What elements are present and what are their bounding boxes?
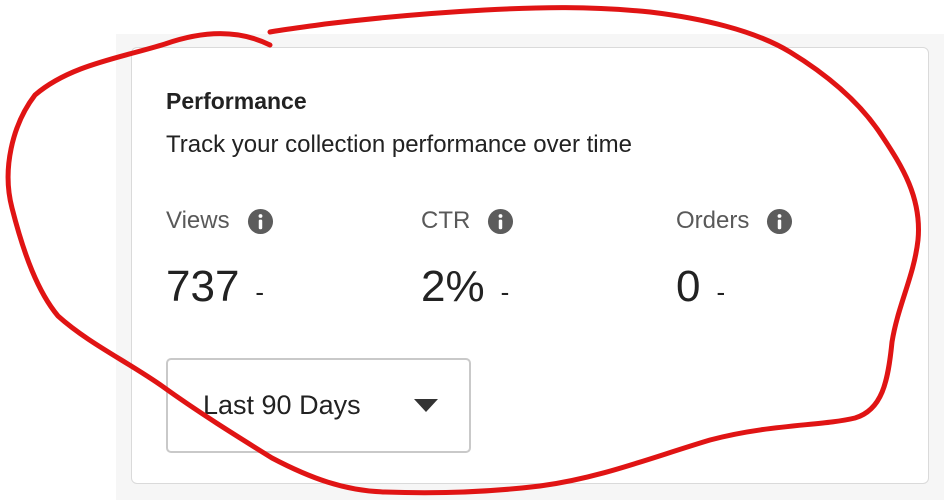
metric-value-orders: 0 <box>676 262 701 311</box>
metric-value-ctr: 2% <box>421 262 485 311</box>
metric-views: Views 737 - <box>166 206 274 312</box>
metric-label-views: Views <box>166 207 230 234</box>
card-title: Performance <box>166 88 307 114</box>
caret-down-icon <box>414 399 438 412</box>
metric-trend-views: - <box>255 277 265 307</box>
metric-value-row: 2% - <box>421 262 514 312</box>
metric-label-ctr: CTR <box>421 207 471 234</box>
metric-label-orders: Orders <box>676 207 750 234</box>
metric-value-row: 0 - <box>676 262 793 312</box>
metric-label-row: CTR <box>421 206 514 236</box>
metric-trend-orders: - <box>716 277 726 307</box>
metric-label-row: Views <box>166 206 274 236</box>
date-range-value: Last 90 Days <box>203 390 361 420</box>
metric-value-views: 737 <box>166 262 240 311</box>
metric-label-row: Orders <box>676 206 793 236</box>
metric-orders: Orders 0 - <box>676 206 793 312</box>
info-icon[interactable] <box>766 208 793 235</box>
metric-trend-ctr: - <box>500 277 510 307</box>
screenshot: Performance Track your collection perfor… <box>0 0 944 500</box>
date-range-select[interactable]: Last 90 Days <box>166 358 471 453</box>
card-subtitle: Track your collection performance over t… <box>166 131 632 158</box>
info-icon[interactable] <box>487 208 514 235</box>
metric-ctr: CTR 2% - <box>421 206 514 312</box>
performance-card: Performance Track your collection perfor… <box>131 47 929 484</box>
info-icon[interactable] <box>247 208 274 235</box>
metric-value-row: 737 - <box>166 262 274 312</box>
